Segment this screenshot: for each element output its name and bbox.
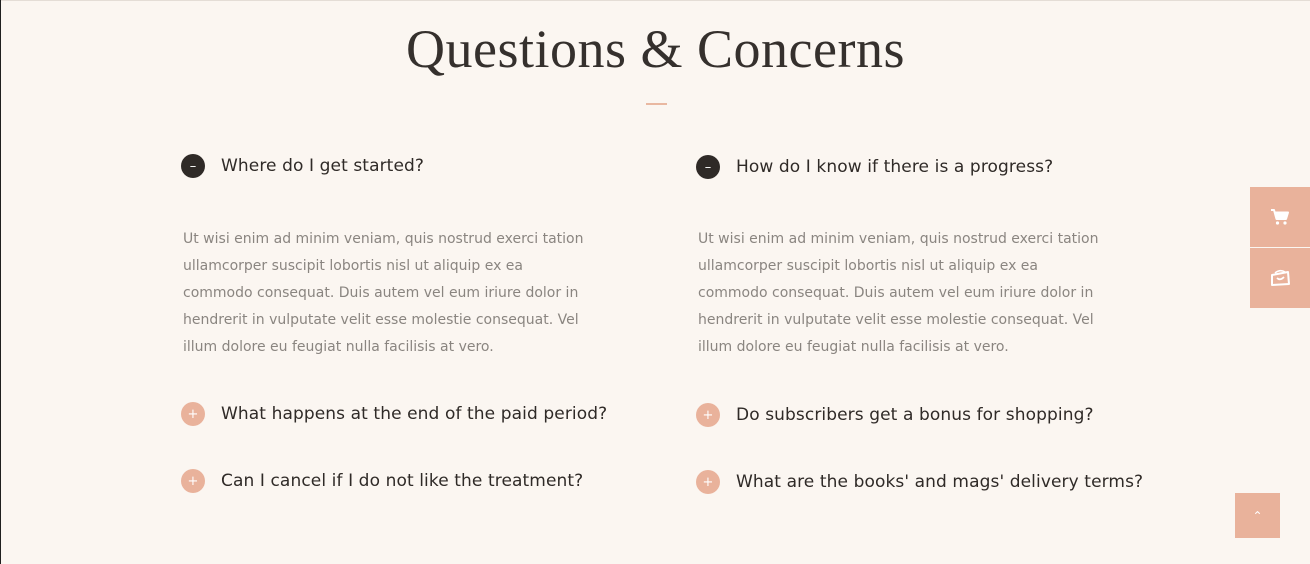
faq-item: + What are the books' and mags' delivery… [696,470,1156,494]
page-title: Questions & Concerns [406,19,905,79]
faq-answer: Ut wisi enim ad minim veniam, quis nostr… [698,231,1099,355]
faq-item: + What happens at the end of the paid pe… [181,402,641,426]
cart-icon [1271,209,1289,225]
faq-question-toggle[interactable]: + Can I cancel if I do not like the trea… [181,469,641,493]
faq-question-toggle[interactable]: – How do I know if there is a progress? [696,155,1156,179]
minus-icon[interactable]: – [696,155,720,179]
plus-icon[interactable]: + [181,402,205,426]
faq-item: – How do I know if there is a progress? … [696,155,1156,355]
plus-icon[interactable]: + [181,469,205,493]
faq-question-toggle[interactable]: – Where do I get started? [181,154,641,178]
chevron-up-icon: ⌃ [1252,508,1263,523]
faq-item: – Where do I get started? Ut wisi enim a… [181,154,641,355]
scroll-to-top-button[interactable]: ⌃ [1235,493,1280,538]
plus-icon[interactable]: + [696,470,720,494]
title-divider [646,103,667,105]
side-deals-button[interactable] [1250,248,1310,308]
faq-question-toggle[interactable]: + What happens at the end of the paid pe… [181,402,641,426]
faq-question[interactable]: Where do I get started? [221,156,424,176]
minus-icon[interactable]: – [181,154,205,178]
faq-item: + Do subscribers get a bonus for shoppin… [696,403,1156,427]
plus-icon[interactable]: + [696,403,720,427]
side-cart-button[interactable] [1250,187,1310,247]
top-border [1,0,1310,1]
faq-question-toggle[interactable]: + Do subscribers get a bonus for shoppin… [696,403,1156,427]
faq-item: + Can I cancel if I do not like the trea… [181,469,641,493]
faq-question[interactable]: Can I cancel if I do not like the treatm… [221,471,583,491]
faq-question[interactable]: How do I know if there is a progress? [736,157,1053,177]
faq-answer: Ut wisi enim ad minim veniam, quis nostr… [183,231,584,355]
faq-question[interactable]: Do subscribers get a bonus for shopping? [736,405,1094,425]
shopping-bag-icon [1271,269,1290,286]
faq-question[interactable]: What are the books' and mags' delivery t… [736,472,1143,492]
faq-question-toggle[interactable]: + What are the books' and mags' delivery… [696,470,1156,494]
faq-question[interactable]: What happens at the end of the paid peri… [221,404,607,424]
